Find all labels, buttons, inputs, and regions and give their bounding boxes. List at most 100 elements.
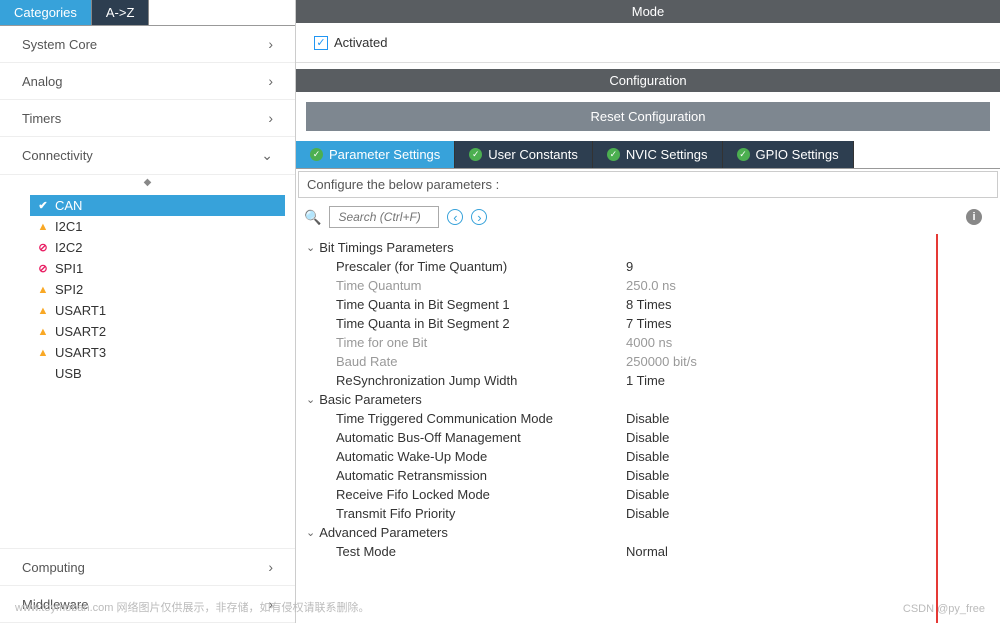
param-label: Receive Fifo Locked Mode bbox=[336, 487, 626, 502]
check-icon: ✓ bbox=[469, 148, 482, 161]
peripheral-item-usb[interactable]: USB bbox=[30, 363, 285, 384]
param-row[interactable]: Test ModeNormal bbox=[296, 542, 1000, 561]
section-connectivity[interactable]: Connectivity ⌄ bbox=[0, 137, 295, 175]
tab-az[interactable]: A->Z bbox=[92, 0, 150, 25]
peripheral-item-spi2[interactable]: ▲ SPI2 bbox=[30, 279, 285, 300]
tab-label: NVIC Settings bbox=[626, 147, 708, 162]
activated-label: Activated bbox=[334, 35, 387, 50]
search-row: 🔍 ‹ › i bbox=[296, 200, 1000, 234]
check-icon: ✔ bbox=[36, 199, 50, 213]
section-computing[interactable]: Computing › bbox=[0, 549, 295, 586]
drag-handle-icon[interactable]: ◆ bbox=[0, 175, 295, 190]
section-timers[interactable]: Timers › bbox=[0, 100, 295, 137]
search-icon[interactable]: 🔍 bbox=[304, 209, 321, 226]
peripheral-label: CAN bbox=[55, 198, 82, 213]
param-row[interactable]: Automatic RetransmissionDisable bbox=[296, 466, 1000, 485]
section-system-core[interactable]: System Core › bbox=[0, 26, 295, 63]
check-icon: ✓ bbox=[737, 148, 750, 161]
param-row[interactable]: Automatic Wake-Up ModeDisable bbox=[296, 447, 1000, 466]
param-value: Disable bbox=[626, 506, 1000, 521]
section-label: Timers bbox=[22, 111, 61, 126]
mode-body: ✓ Activated bbox=[296, 23, 1000, 63]
info-icon[interactable]: i bbox=[966, 209, 982, 225]
peripheral-item-usart3[interactable]: ▲ USART3 bbox=[30, 342, 285, 363]
spacer-icon bbox=[36, 367, 50, 381]
section-label: Connectivity bbox=[22, 148, 93, 163]
param-row[interactable]: Time Triggered Communication ModeDisable bbox=[296, 409, 1000, 428]
param-label: Time Quantum bbox=[336, 278, 626, 293]
tab-label: User Constants bbox=[488, 147, 578, 162]
param-value: 8 Times bbox=[626, 297, 1000, 312]
check-icon: ✓ bbox=[310, 148, 323, 161]
param-row: Baud Rate250000 bit/s bbox=[296, 352, 1000, 371]
param-group-header[interactable]: ⌄Basic Parameters bbox=[296, 390, 1000, 409]
param-label: Transmit Fifo Priority bbox=[336, 506, 626, 521]
sidebar-tabs: Categories A->Z bbox=[0, 0, 295, 26]
param-value: 250000 bit/s bbox=[626, 354, 1000, 369]
config-tab-gpio-settings[interactable]: ✓ GPIO Settings bbox=[723, 141, 854, 168]
param-group-header[interactable]: ⌄Bit Timings Parameters bbox=[296, 238, 1000, 257]
config-header: Configuration bbox=[296, 69, 1000, 92]
param-value: Disable bbox=[626, 449, 1000, 464]
param-label: Time Triggered Communication Mode bbox=[336, 411, 626, 426]
section-label: Analog bbox=[22, 74, 62, 89]
parameter-body: ⌄Bit Timings ParametersPrescaler (for Ti… bbox=[296, 234, 1000, 623]
param-value: 250.0 ns bbox=[626, 278, 1000, 293]
warning-icon: ▲ bbox=[36, 346, 50, 360]
reset-configuration-button[interactable]: Reset Configuration bbox=[306, 102, 990, 131]
param-label: Time Quanta in Bit Segment 1 bbox=[336, 297, 626, 312]
peripheral-item-usart2[interactable]: ▲ USART2 bbox=[30, 321, 285, 342]
peripheral-label: USART1 bbox=[55, 303, 106, 318]
config-description: Configure the below parameters : bbox=[298, 171, 998, 198]
search-next-icon[interactable]: › bbox=[471, 209, 487, 225]
search-prev-icon[interactable]: ‹ bbox=[447, 209, 463, 225]
main-panel: Mode ✓ Activated Configuration Reset Con… bbox=[296, 0, 1000, 623]
tab-categories[interactable]: Categories bbox=[0, 0, 92, 25]
peripheral-item-i2c1[interactable]: ▲I2C1 bbox=[30, 216, 285, 237]
peripheral-label: I2C1 bbox=[55, 219, 82, 234]
warning-icon: ▲ bbox=[36, 283, 50, 297]
expand-icon: ⌄ bbox=[306, 526, 315, 539]
param-value: Disable bbox=[626, 430, 1000, 445]
param-row[interactable]: ReSynchronization Jump Width1 Time bbox=[296, 371, 1000, 390]
warning-icon: ▲ bbox=[36, 304, 50, 318]
param-row: Time for one Bit4000 ns bbox=[296, 333, 1000, 352]
peripheral-label: SPI2 bbox=[55, 282, 83, 297]
section-analog[interactable]: Analog › bbox=[0, 63, 295, 100]
chevron-right-icon: › bbox=[268, 110, 273, 126]
param-row[interactable]: Receive Fifo Locked ModeDisable bbox=[296, 485, 1000, 504]
param-value: 1 Time bbox=[626, 373, 1000, 388]
param-row[interactable]: Prescaler (for Time Quantum)9 bbox=[296, 257, 1000, 276]
config-tab-parameter-settings[interactable]: ✓Parameter Settings bbox=[296, 141, 455, 168]
peripheral-item-usart1[interactable]: ▲ USART1 bbox=[30, 300, 285, 321]
param-label: Baud Rate bbox=[336, 354, 626, 369]
section-label: Computing bbox=[22, 560, 85, 575]
activated-checkbox-row[interactable]: ✓ Activated bbox=[314, 35, 982, 50]
search-input[interactable] bbox=[329, 206, 439, 228]
param-row[interactable]: Time Quanta in Bit Segment 18 Times bbox=[296, 295, 1000, 314]
peripheral-label: USART3 bbox=[55, 345, 106, 360]
tab-label: GPIO Settings bbox=[756, 147, 839, 162]
param-label: Test Mode bbox=[336, 544, 626, 559]
param-row[interactable]: Time Quanta in Bit Segment 27 Times bbox=[296, 314, 1000, 333]
peripheral-item-i2c2[interactable]: ⊘I2C2 bbox=[30, 237, 285, 258]
peripheral-item-can[interactable]: ✔ CAN bbox=[30, 195, 285, 216]
config-tab-user-constants[interactable]: ✓ User Constants bbox=[455, 141, 593, 168]
watermark-right: CSDN @py_free bbox=[903, 603, 985, 615]
param-row[interactable]: Automatic Bus-Off ManagementDisable bbox=[296, 428, 1000, 447]
section-label: System Core bbox=[22, 37, 97, 52]
group-name: Bit Timings Parameters bbox=[319, 240, 453, 255]
param-row[interactable]: Transmit Fifo PriorityDisable bbox=[296, 504, 1000, 523]
warning-icon: ▲ bbox=[36, 325, 50, 339]
peripheral-label: USB bbox=[55, 366, 82, 381]
peripheral-label: USART2 bbox=[55, 324, 106, 339]
expand-icon: ⌄ bbox=[306, 393, 315, 406]
param-label: Automatic Retransmission bbox=[336, 468, 626, 483]
param-group-header[interactable]: ⌄Advanced Parameters bbox=[296, 523, 1000, 542]
config-tab-nvic-settings[interactable]: ✓ NVIC Settings bbox=[593, 141, 723, 168]
chevron-right-icon: › bbox=[268, 36, 273, 52]
peripheral-item-spi1[interactable]: ⊘SPI1 bbox=[30, 258, 285, 279]
check-icon: ✓ bbox=[607, 148, 620, 161]
blocked-icon: ⊘ bbox=[36, 262, 50, 276]
param-value: 9 bbox=[626, 259, 1000, 274]
